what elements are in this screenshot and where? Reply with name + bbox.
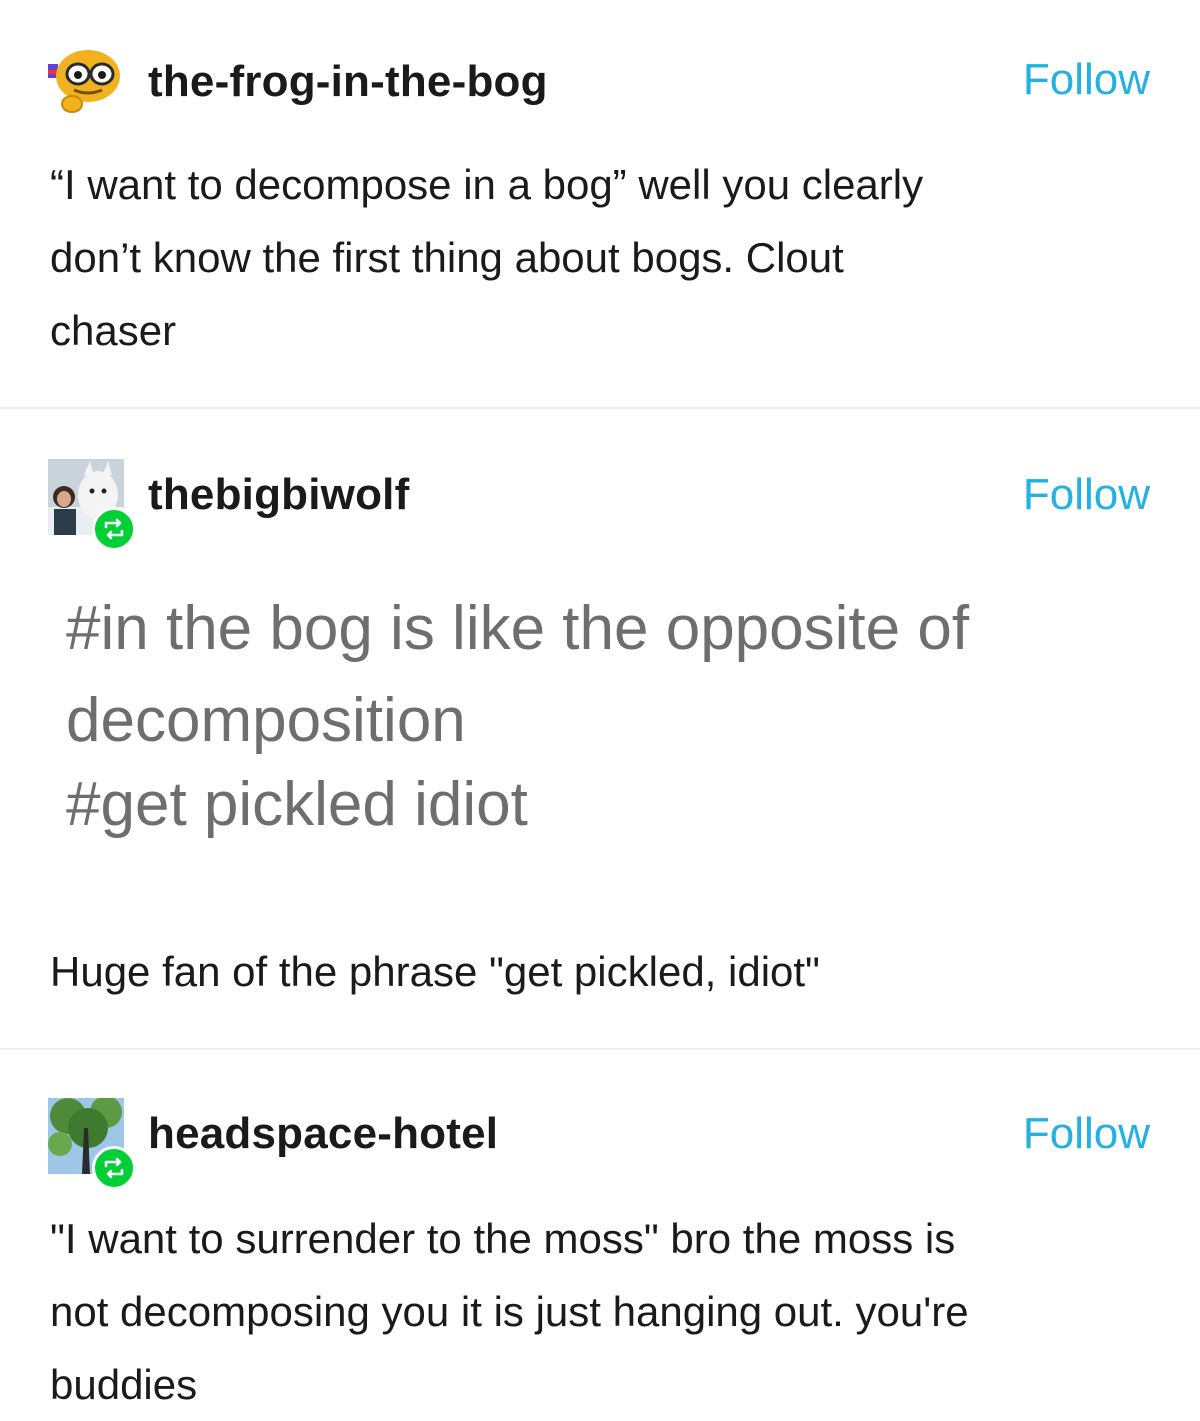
tag-link[interactable]: decomposition [66,675,1166,767]
follow-button[interactable]: Follow [1023,1112,1150,1156]
reblog-badge-icon [92,507,136,551]
post-body: “I want to decompose in a bog” well you … [50,148,1150,367]
post-thebigbiwolf: thebigbiwolf Follow #in the bog is like … [0,409,1200,1049]
post-username[interactable]: headspace-hotel [148,1112,498,1156]
post-the-frog-in-the-bog: the-frog-in-the-bog Follow “I want to de… [0,0,1200,408]
post-body-line: "I want to surrender to the moss" bro th… [50,1215,956,1262]
post-body-line: not decomposing you it is just hanging o… [50,1288,969,1335]
post-body: Huge fan of the phrase "get pickled, idi… [50,935,1150,1008]
post-username[interactable]: thebigbiwolf [148,473,409,517]
post-username[interactable]: the-frog-in-the-bog [148,60,548,104]
post-body: "I want to surrender to the moss" bro th… [50,1202,1150,1421]
post-body-line: “I want to decompose in a bog” well you … [50,161,924,208]
post-headspace-hotel: headspace-hotel Follow "I want to surren… [0,1050,1200,1420]
post-body-line: chaser [50,307,177,354]
reblog-badge-icon [92,1146,136,1190]
post-tags: #in the bog is like the opposite of deco… [66,583,1166,851]
frog-avatar-icon[interactable] [48,40,124,116]
follow-button[interactable]: Follow [1023,58,1150,102]
follow-button[interactable]: Follow [1023,473,1150,517]
post-body-line: Huge fan of the phrase "get pickled, idi… [50,948,820,995]
post-body-line: don’t know the first thing about bogs. C… [50,234,844,281]
tag-link[interactable]: #get pickled idiot [66,759,1166,851]
tag-link[interactable]: #in the bog is like the opposite of [66,583,1166,675]
post-body-line: buddies [50,1361,198,1408]
